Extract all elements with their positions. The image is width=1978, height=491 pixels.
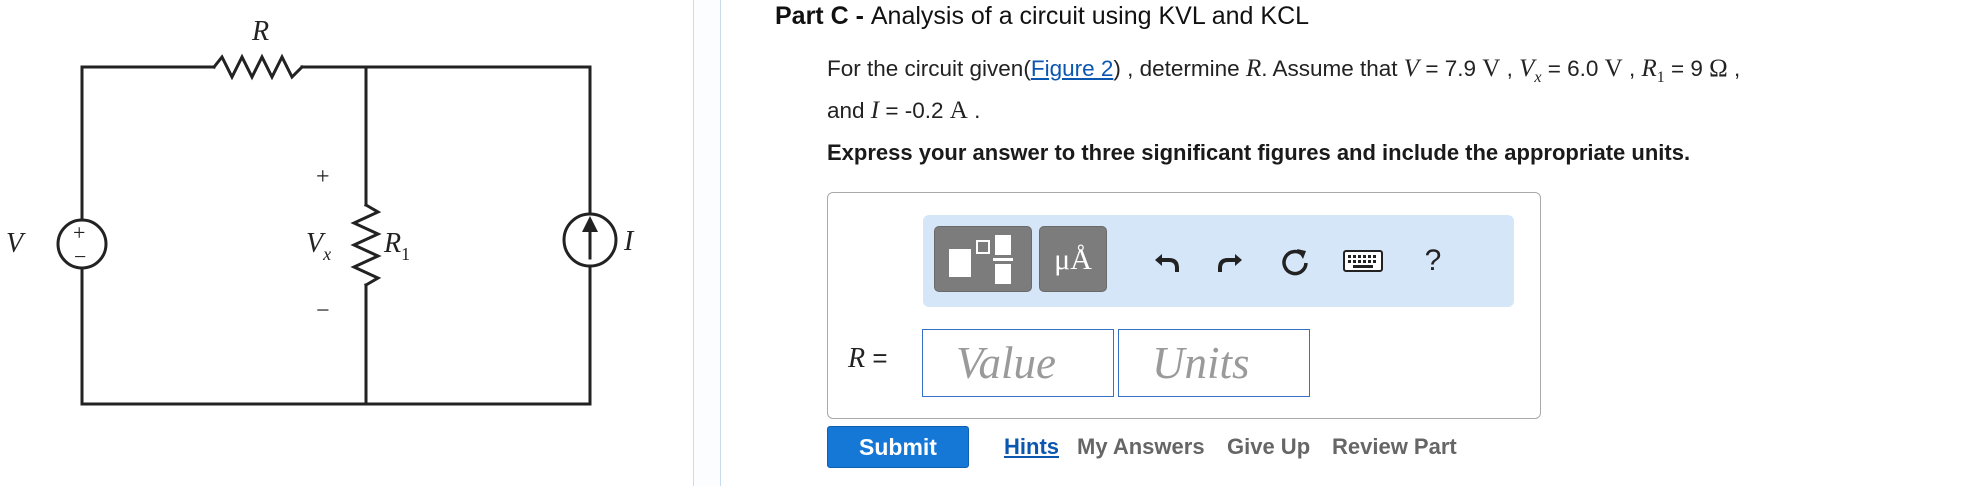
value-r1: = 9	[1664, 56, 1710, 81]
units-input[interactable]: Units	[1118, 329, 1310, 397]
answer-instruction: Express your answer to three significant…	[827, 140, 1691, 165]
prompt-text: For the circuit given(	[827, 56, 1031, 81]
answer-var: R	[848, 343, 866, 374]
unit-vx: V	[1604, 55, 1623, 82]
math-r1: R1	[1641, 55, 1664, 86]
help-icon: ?	[1424, 244, 1442, 277]
redo-icon	[1218, 254, 1242, 272]
review-part-link[interactable]: Review Part	[1332, 434, 1457, 460]
answer-eq: =	[865, 343, 888, 373]
resistor-r1	[350, 202, 382, 288]
units-icon: μÅ	[1054, 243, 1092, 276]
part-label: Part C -	[775, 2, 871, 30]
reset-icon	[1282, 249, 1308, 276]
redo-button[interactable]	[1208, 239, 1252, 283]
answer-label: R =	[848, 343, 888, 375]
unit-v: V	[1482, 55, 1501, 82]
prompt-text: ,	[1500, 56, 1520, 81]
prompt-text: . Assume that	[1261, 56, 1404, 81]
problem-statement: For the circuit given(Figure 2) , determ…	[827, 52, 1977, 127]
answer-box: μÅ ? R = Value Units	[827, 192, 1541, 419]
unit-i: A	[949, 97, 968, 124]
vx-plus: +	[316, 164, 330, 190]
prompt-text: ,	[1622, 56, 1642, 81]
value-vx: = 6.0	[1541, 56, 1605, 81]
label-i: I	[623, 226, 635, 257]
help-button[interactable]: ?	[1411, 239, 1455, 283]
value-input[interactable]: Value	[922, 329, 1114, 397]
prompt-text: ) , determine	[1113, 56, 1246, 81]
give-up-link[interactable]: Give Up	[1227, 434, 1310, 460]
hints-link[interactable]: Hints	[1004, 434, 1059, 460]
label-vx: Vx	[306, 228, 331, 264]
math-r: R	[1245, 55, 1262, 82]
prompt-text: and	[827, 98, 871, 123]
math-r1-sub: 1	[1656, 69, 1665, 86]
value-v: = 7.9	[1419, 56, 1483, 81]
math-r1-main: R	[1641, 55, 1657, 82]
label-r1-sub: 1	[401, 244, 410, 264]
units-button[interactable]: μÅ	[1039, 226, 1107, 292]
math-vx: Vx	[1519, 55, 1541, 86]
current-arrow-head	[582, 216, 598, 232]
label-r1: R1	[383, 228, 410, 264]
unit-r1: Ω	[1709, 55, 1728, 82]
math-vx-main: V	[1519, 55, 1535, 82]
my-answers-link[interactable]: My Answers	[1077, 434, 1205, 460]
value-i: = -0.2	[879, 98, 950, 123]
templates-button[interactable]	[934, 226, 1032, 292]
math-i: I	[870, 97, 880, 124]
circuit-diagram: R V + − + − Vx R1 I	[6, 16, 635, 406]
vx-minus: −	[316, 298, 330, 324]
label-v: V	[6, 228, 26, 259]
source-plus: +	[73, 220, 85, 245]
reset-button[interactable]	[1273, 239, 1317, 283]
fraction-template-icon	[949, 235, 1013, 284]
part-heading: Part C - Analysis of a circuit using KVL…	[775, 2, 1309, 31]
question-pane: Part C - Analysis of a circuit using KVL…	[721, 0, 1978, 486]
math-v: V	[1403, 55, 1420, 82]
prompt-text: ,	[1727, 56, 1741, 81]
figure-link[interactable]: Figure 2	[1031, 56, 1114, 81]
undo-button[interactable]	[1145, 239, 1189, 283]
keyboard-button[interactable]	[1341, 239, 1385, 283]
answer-footer: Submit Hints My Answers Give Up Review P…	[827, 426, 1627, 468]
undo-icon	[1155, 254, 1179, 272]
label-r1-main: R	[383, 228, 401, 259]
pane-divider[interactable]	[693, 0, 721, 486]
math-toolbar: μÅ ?	[923, 215, 1514, 307]
keyboard-icon	[1343, 250, 1383, 272]
label-vx-sub: x	[322, 244, 331, 264]
resistor-r	[211, 53, 305, 81]
part-title: Analysis of a circuit using KVL and KCL	[870, 2, 1310, 30]
submit-button[interactable]: Submit	[827, 426, 969, 468]
prompt-text: .	[967, 98, 981, 123]
label-r: R	[251, 16, 269, 47]
source-minus: −	[74, 244, 86, 269]
circuit-figure: R V + − + − Vx R1 I	[0, 0, 690, 486]
